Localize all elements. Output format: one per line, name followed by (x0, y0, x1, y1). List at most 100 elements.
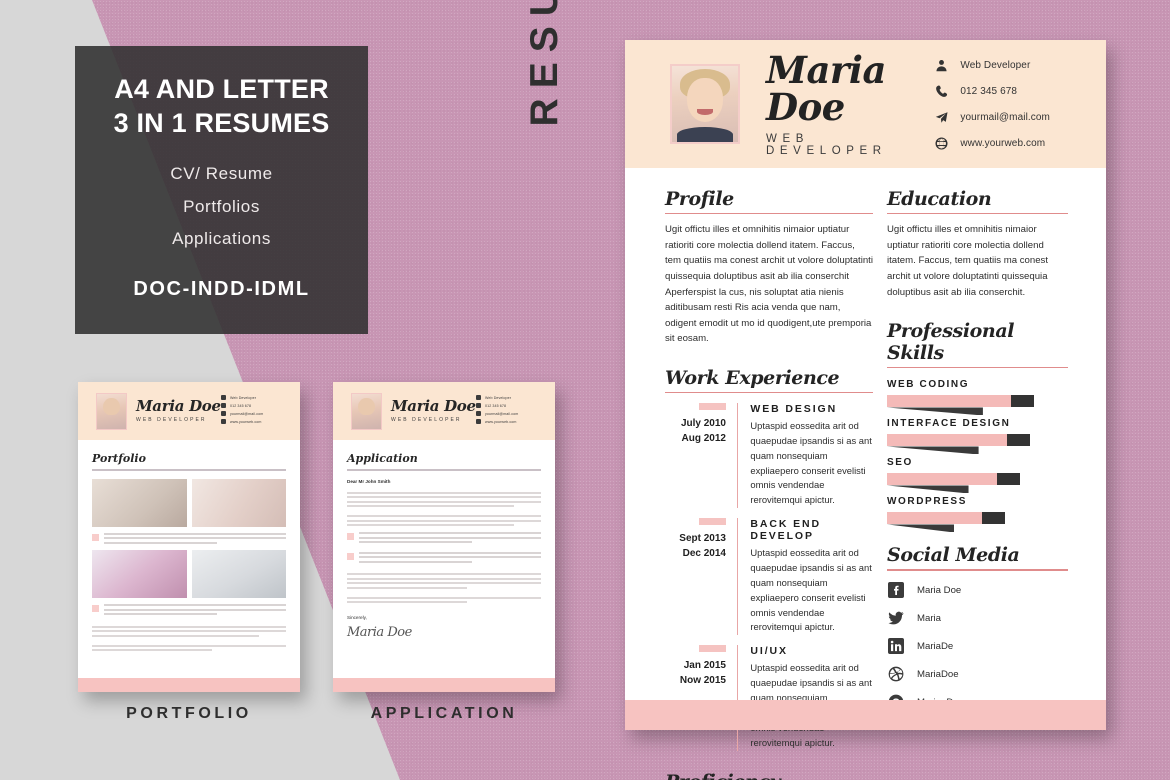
contact-text: Web Developer (230, 395, 257, 400)
application-closing: Sincerely, (347, 615, 367, 620)
skill-bar (887, 473, 1068, 494)
contact-row: Web Developer (476, 395, 546, 400)
portfolio-caption (92, 532, 286, 547)
text-line (92, 634, 259, 637)
vertical-resume-label: RESUME (523, 0, 566, 127)
proficiency-title: Proficiency (665, 771, 873, 780)
text-line (347, 596, 541, 599)
text-line (104, 604, 286, 606)
contact-website-text: www.yourweb.com (960, 137, 1046, 149)
text-line (347, 601, 468, 603)
portfolio-section-title: Portfolio (92, 452, 146, 465)
contact-row-phone[interactable]: 012 345 678 (934, 84, 1050, 99)
promo-items: CV/ Resume Portfolios Applications (170, 158, 272, 256)
dribbble-icon (887, 666, 904, 683)
work-detail: UI/UX Uptaspid eossedita arit od quaepud… (738, 645, 873, 750)
contact-row: 012 345 678 (221, 403, 291, 408)
person-icon (934, 58, 949, 73)
promo-title-line2: 3 IN 1 RESUMES (113, 108, 330, 139)
skill-item: INTERFACE DESIGN (887, 418, 1068, 455)
text-line (359, 560, 472, 563)
skill-bar (887, 434, 1068, 455)
person-icon (221, 395, 226, 400)
contact-text: www.yourweb.com (485, 419, 517, 424)
text-line (347, 573, 541, 575)
social-item-dribbble[interactable]: MariaDoe (887, 666, 1068, 683)
work-date-from: July 2010 (680, 418, 726, 430)
promo-title: A4 AND LETTER 3 IN 1 RESUMES (114, 72, 330, 140)
application-paragraph (347, 515, 541, 526)
send-icon (934, 110, 949, 125)
person-icon (476, 395, 481, 400)
text-line (347, 524, 514, 526)
contact-row: yourmail@mail.com (476, 411, 546, 416)
text-line (104, 613, 217, 615)
divider (887, 569, 1068, 571)
contact-text: yourmail@mail.com (230, 411, 264, 416)
work-detail: BACK END DEVELOP Uptaspid eossedita arit… (738, 518, 873, 635)
portfolio-preview-card[interactable]: Maria Doe WEB DEVELOPER Web Developer 01… (78, 382, 300, 692)
text-line (104, 541, 217, 544)
bullet-square (92, 533, 99, 541)
portfolio-paragraph (92, 644, 286, 651)
promo-item-cv: CV/ Resume (170, 164, 273, 184)
social-item-facebook[interactable]: Maria Doe (887, 582, 1068, 599)
portfolio-name-block: Maria Doe WEB DEVELOPER (136, 397, 221, 424)
text-line (347, 515, 541, 517)
social-media-section: Social Media Maria Doe Maria MariaDe Mar… (887, 544, 1068, 710)
promo-item-applications: Applications (172, 229, 271, 249)
social-handle: Maria (917, 612, 941, 624)
bullet-square (347, 552, 354, 560)
social-handle: Maria Doe (917, 584, 962, 596)
contact-text: 012 345 678 (485, 403, 507, 408)
skill-bar (887, 512, 1068, 533)
promo-formats: DOC-INDD-IDML (133, 277, 310, 300)
social-handle: MariaDe (917, 640, 954, 652)
social-item-twitter[interactable]: Maria (887, 610, 1068, 627)
portfolio-header: Maria Doe WEB DEVELOPER Web Developer 01… (78, 382, 300, 440)
application-body: Application Dear Mr John Smith Sincerely… (333, 440, 555, 640)
application-label: APPLICATION (370, 705, 518, 722)
portfolio-image (92, 478, 187, 527)
social-item-linkedin[interactable]: MariaDe (887, 638, 1068, 655)
contact-row-website[interactable]: www.yourweb.com (934, 136, 1050, 151)
application-greeting: Dear Mr John Smith (347, 478, 391, 484)
caption-lines (104, 532, 286, 547)
globe-icon (221, 419, 226, 424)
text-line (347, 577, 541, 580)
bullet-square (92, 605, 99, 612)
portfolio-name: Maria Doe (136, 397, 221, 415)
application-paragraph (347, 491, 541, 507)
text-line (347, 505, 514, 507)
application-preview-card[interactable]: Maria Doe WEB DEVELOPER Web Developer 01… (333, 382, 555, 692)
globe-icon (934, 136, 949, 151)
resume-body: Profile Ugit offictu illes et omnihitis … (625, 168, 1106, 780)
contact-row: www.yourweb.com (476, 419, 546, 424)
portfolio-caption (92, 604, 286, 618)
text-line (359, 532, 541, 534)
resume-footer-bar (625, 700, 1106, 730)
divider (665, 213, 873, 215)
phone-icon (221, 403, 226, 408)
contact-text: 012 345 678 (230, 403, 252, 408)
phone-icon (934, 84, 949, 99)
work-title: Work Experience (665, 366, 840, 389)
resume-card[interactable]: Maria Doe WEB DEVELOPER Web Developer 01… (625, 40, 1106, 780)
work-date-to: Now 2015 (679, 674, 726, 686)
work-date-from: Jan 2015 (683, 660, 726, 672)
profile-text: Ugit offictu illes et omnihitis nimaior … (665, 224, 873, 345)
portfolio-role: WEB DEVELOPER (136, 417, 207, 423)
contact-row: 012 345 678 (476, 403, 546, 408)
contact-row-email[interactable]: yourmail@mail.com (934, 110, 1050, 125)
resume-left-column: Profile Ugit offictu illes et omnihitis … (625, 188, 887, 780)
work-item: Sept 2013 Dec 2014 BACK END DEVELOP Upta… (665, 518, 873, 636)
text-line (347, 582, 541, 584)
linkedin-icon (887, 638, 904, 655)
education-title: Education (887, 188, 992, 210)
text-line (104, 608, 286, 611)
profile-title: Profile (665, 188, 734, 210)
contact-row: Web Developer (221, 395, 291, 400)
bullet-square (347, 533, 354, 540)
bullet-lines (359, 532, 541, 546)
promo-item-portfolios: Portfolios (183, 196, 260, 216)
